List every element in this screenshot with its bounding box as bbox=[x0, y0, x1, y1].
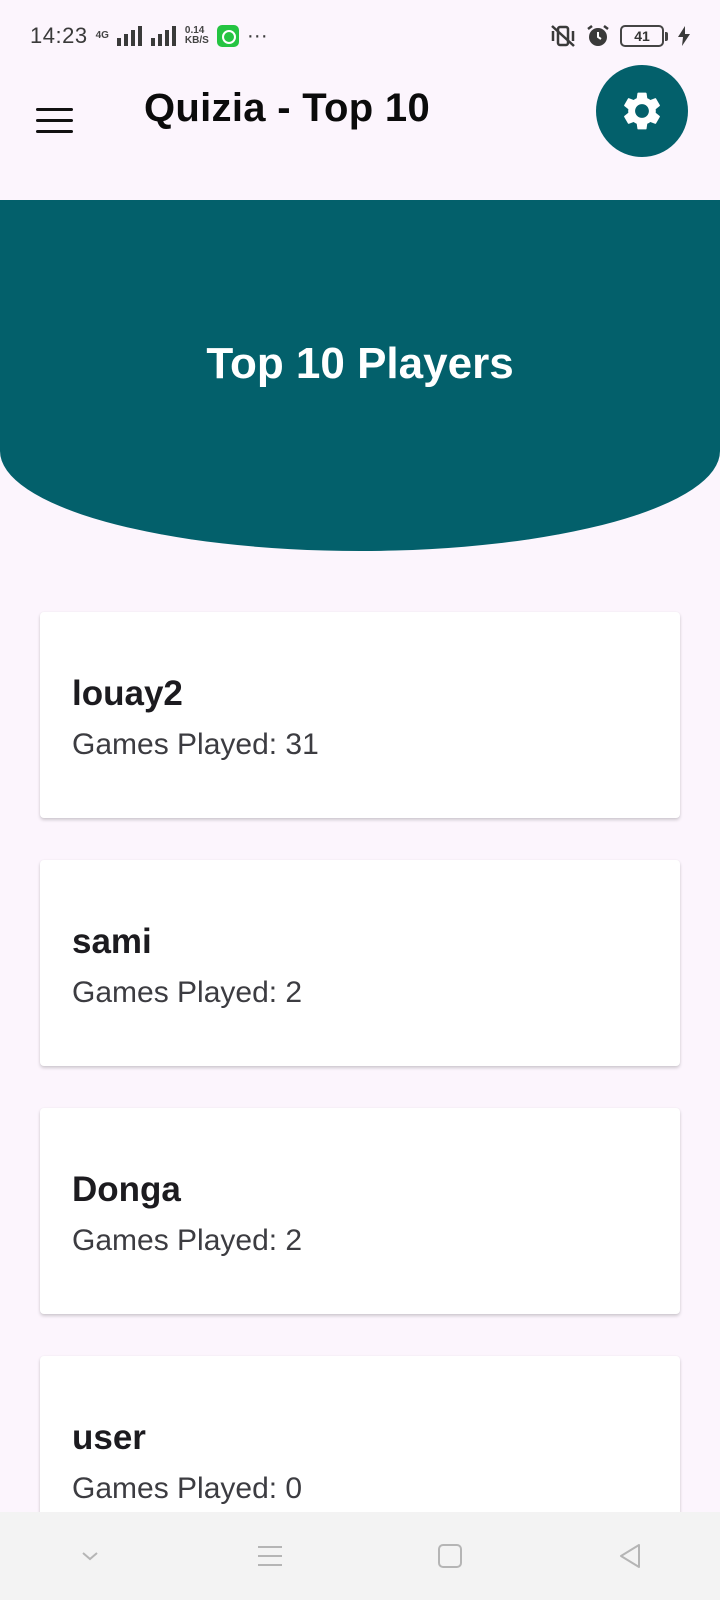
player-name: louay2 bbox=[72, 674, 183, 713]
back-icon[interactable] bbox=[600, 1526, 660, 1586]
chevron-down-icon[interactable] bbox=[60, 1526, 120, 1586]
player-name: user bbox=[72, 1418, 146, 1457]
games-played: Games Played: 2 bbox=[72, 976, 303, 1009]
hero-title: Top 10 Players bbox=[206, 338, 514, 388]
screen: 14:23 4G 0.14 KB/S ··· 41 Quizia - Top 1… bbox=[0, 0, 720, 1600]
signal-icon-secondary bbox=[150, 26, 176, 46]
whatsapp-notification-icon bbox=[216, 25, 239, 47]
data-rate-unit: KB/S bbox=[184, 35, 209, 46]
games-played: Games Played: 2 bbox=[72, 1224, 303, 1257]
games-played: Games Played: 0 bbox=[72, 1472, 303, 1505]
status-left: 14:23 4G 0.14 KB/S ··· bbox=[30, 23, 268, 49]
network-type-label: 4G bbox=[96, 31, 109, 41]
player-name: sami bbox=[72, 922, 152, 961]
battery-level: 41 bbox=[620, 25, 664, 47]
status-right: 41 bbox=[550, 24, 690, 48]
hamburger-menu-icon[interactable] bbox=[36, 100, 76, 140]
alarm-icon bbox=[587, 25, 609, 46]
recents-icon[interactable] bbox=[240, 1526, 300, 1586]
settings-button[interactable] bbox=[596, 65, 688, 157]
home-icon[interactable] bbox=[420, 1526, 480, 1586]
menu-line bbox=[36, 107, 73, 111]
battery-indicator: 41 bbox=[620, 25, 668, 47]
app-title: Quizia - Top 10 bbox=[144, 86, 431, 130]
gear-icon bbox=[624, 92, 660, 130]
player-name: Donga bbox=[72, 1170, 181, 1209]
network-type: 4G bbox=[95, 30, 109, 41]
data-rate: 0.14 KB/S bbox=[185, 26, 209, 46]
status-bar: 14:23 4G 0.14 KB/S ··· 41 bbox=[0, 0, 720, 72]
vibrate-mute-icon bbox=[551, 25, 575, 47]
hero-header: Top 10 Players bbox=[0, 200, 720, 551]
player-list: louay2 Games Played: 31 sami Games Playe… bbox=[40, 612, 680, 1600]
player-card[interactable]: louay2 Games Played: 31 bbox=[40, 612, 680, 818]
player-card[interactable]: sami Games Played: 2 bbox=[40, 860, 680, 1066]
menu-line bbox=[36, 118, 73, 122]
menu-line bbox=[36, 129, 73, 133]
battery-cap bbox=[665, 31, 668, 41]
player-card[interactable]: Donga Games Played: 2 bbox=[40, 1108, 680, 1314]
games-played: Games Played: 31 bbox=[72, 728, 319, 761]
more-notifications: ··· bbox=[246, 24, 268, 47]
system-nav-bar bbox=[0, 1512, 720, 1600]
charging-icon bbox=[678, 26, 690, 46]
status-time: 14:23 bbox=[30, 23, 88, 48]
signal-icon bbox=[116, 26, 142, 46]
